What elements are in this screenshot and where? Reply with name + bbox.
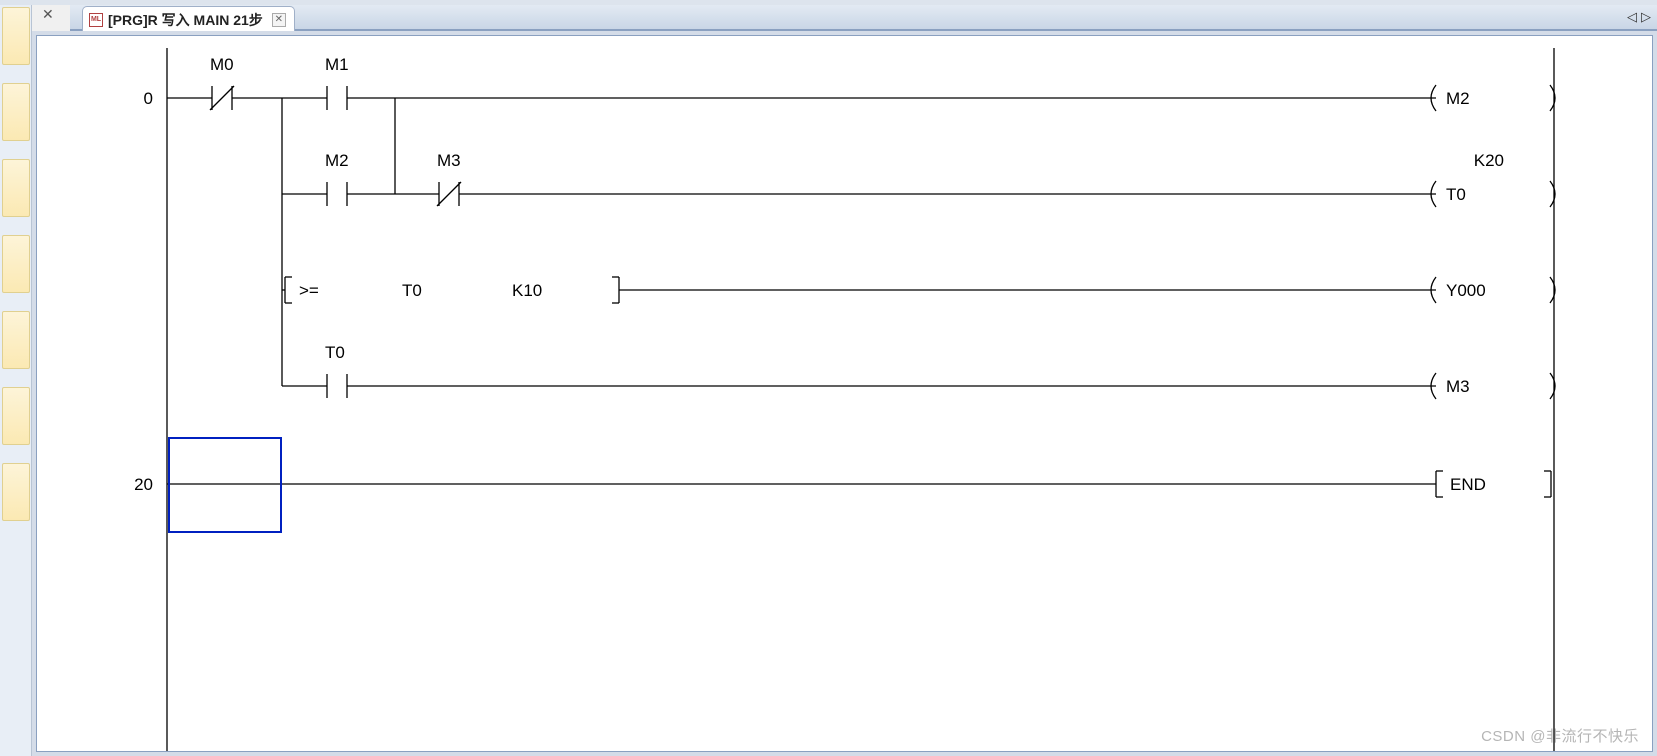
svg-text:>=: >= (299, 281, 319, 300)
dock-item-4[interactable] (2, 235, 30, 293)
left-dock (0, 5, 32, 756)
panel-close-icon[interactable]: ✕ (42, 6, 54, 23)
tab-prev-icon[interactable]: ◁ (1627, 9, 1637, 25)
dock-item-6[interactable] (2, 387, 30, 445)
tab-close-icon[interactable]: ✕ (272, 13, 286, 27)
svg-text:K20: K20 (1474, 151, 1504, 170)
svg-text:Y000: Y000 (1446, 281, 1486, 300)
svg-text:M2: M2 (1446, 89, 1470, 108)
program-icon: ML (89, 13, 103, 27)
svg-text:T0: T0 (325, 343, 345, 362)
svg-text:20: 20 (134, 475, 153, 494)
dock-item-3[interactable] (2, 159, 30, 217)
svg-text:END: END (1450, 475, 1486, 494)
svg-text:M3: M3 (437, 151, 461, 170)
dock-item-1[interactable] (2, 7, 30, 65)
tab-bar: ML [PRG]R 写入 MAIN 21步 ✕ ◁ ▷ (70, 5, 1657, 31)
dock-item-5[interactable] (2, 311, 30, 369)
svg-text:T0: T0 (402, 281, 422, 300)
tab-nav: ◁ ▷ (1627, 9, 1651, 25)
dock-item-7[interactable] (2, 463, 30, 521)
svg-text:K10: K10 (512, 281, 542, 300)
svg-text:M1: M1 (325, 55, 349, 74)
ladder-diagram: 0 20 M0 M1 M2 M2 M3 T0 K20 >= T0 K10 Y000 T0 M3 END (37, 36, 1652, 751)
svg-text:0: 0 (144, 89, 153, 108)
svg-text:M2: M2 (325, 151, 349, 170)
svg-text:T0: T0 (1446, 185, 1466, 204)
ladder-editor[interactable]: 0 20 M0 M1 M2 M2 M3 T0 K20 >= T0 K10 Y000 T0 M3 END (36, 35, 1653, 752)
svg-text:M0: M0 (210, 55, 234, 74)
tab-title: [PRG]R 写入 MAIN 21步 (108, 10, 263, 30)
tab-next-icon[interactable]: ▷ (1641, 9, 1651, 25)
svg-text:M3: M3 (1446, 377, 1470, 396)
tab-main-program[interactable]: ML [PRG]R 写入 MAIN 21步 ✕ (82, 6, 295, 31)
watermark: CSDN @非流行不快乐 (1481, 725, 1639, 746)
editor-frame: 0 20 M0 M1 M2 M2 M3 T0 K20 >= T0 K10 Y000 T0 M3 END (32, 31, 1657, 756)
dock-item-2[interactable] (2, 83, 30, 141)
